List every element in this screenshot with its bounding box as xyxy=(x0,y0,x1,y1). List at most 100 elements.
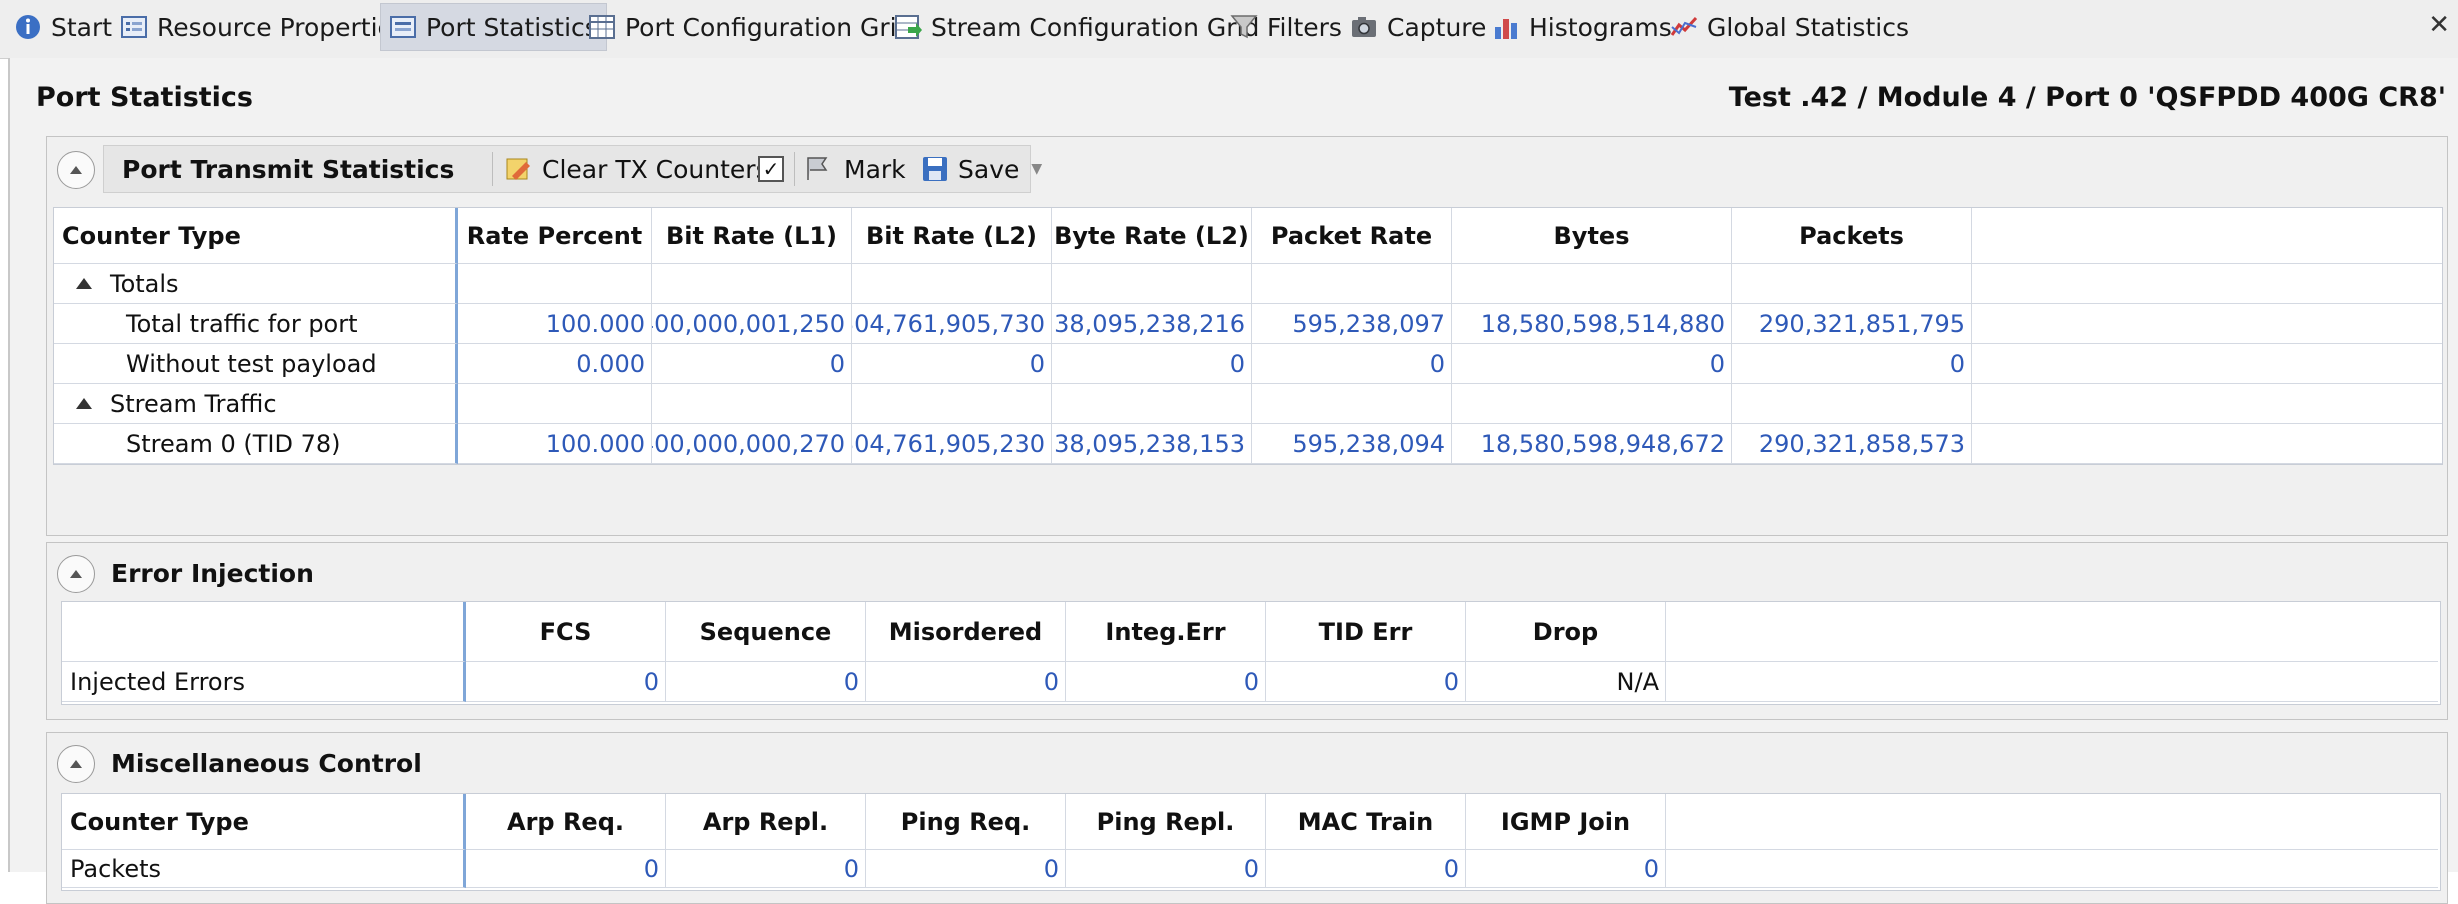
table-cell: 100.000 xyxy=(458,304,652,344)
transmit-statistics-group: Port Transmit Statistics Clear TX Counte… xyxy=(46,136,2448,536)
column-header-packets[interactable]: Packets xyxy=(1732,208,1972,264)
column-header-bytes[interactable]: Bytes xyxy=(1452,208,1732,264)
table-cell: 0 xyxy=(866,662,1066,702)
row-label: Packets xyxy=(62,850,466,888)
column-header-drop[interactable]: Drop xyxy=(1466,602,1666,662)
column-header-arp-repl[interactable]: Arp Repl. xyxy=(666,794,866,850)
statistics-icon xyxy=(390,16,416,38)
column-header-blank[interactable] xyxy=(62,602,466,662)
miscellaneous-control-group: Miscellaneous Control Counter Type Arp Re… xyxy=(46,732,2448,904)
document-tab-strip: Start Resource Properties Port Statistic… xyxy=(0,0,2458,59)
tab-capture[interactable]: Capture xyxy=(1350,4,1486,50)
column-header-ping-repl[interactable]: Ping Repl. xyxy=(1066,794,1266,850)
table-cell xyxy=(1252,384,1452,424)
table-cell xyxy=(1732,264,1972,304)
column-header-mac-train[interactable]: MAC Train xyxy=(1266,794,1466,850)
tab-label: Port Statistics xyxy=(426,12,598,42)
checkbox-checked: ✓ xyxy=(758,156,784,182)
tab-label: Global Statistics xyxy=(1707,12,1909,42)
dropdown-arrow-icon[interactable]: ▼ xyxy=(1031,161,1042,177)
eraser-icon xyxy=(506,158,530,180)
tab-port-configuration-grid[interactable]: Port Configuration Grid xyxy=(588,4,912,50)
column-header-bit-rate-l1[interactable]: Bit Rate (L1) xyxy=(652,208,852,264)
column-header-arp-req[interactable]: Arp Req. xyxy=(466,794,666,850)
table-cell: 0 xyxy=(466,662,666,702)
filler-cell xyxy=(1666,662,2438,702)
tab-label: Capture xyxy=(1387,12,1487,42)
column-header-byte-rate-l2[interactable]: Byte Rate (L2) xyxy=(1052,208,1252,264)
table-cell: 0 xyxy=(1452,344,1732,384)
column-header-integ-err[interactable]: Integ.Err xyxy=(1066,602,1266,662)
row-label-text: Stream Traffic xyxy=(110,389,277,418)
tree-group-row-label[interactable]: Stream Traffic xyxy=(54,384,458,424)
mark-button[interactable]: Mark xyxy=(804,146,906,192)
column-header-tid-err[interactable]: TID Err xyxy=(1266,602,1466,662)
table-cell: 38,095,238,153 xyxy=(1052,424,1252,464)
clear-tx-counters-button[interactable]: Clear TX Counters xyxy=(504,146,769,192)
table-cell: 0 xyxy=(466,850,666,888)
collapse-button[interactable] xyxy=(57,555,95,593)
tree-group-row-label[interactable]: Totals xyxy=(54,264,458,304)
table-cell: N/A xyxy=(1466,662,1666,702)
expand-collapse-triangle-icon[interactable] xyxy=(76,398,92,409)
group-title: Error Injection xyxy=(111,559,314,588)
table-cell: 0 xyxy=(1266,850,1466,888)
port-statistics-panel: Port Statistics Test .42 / Module 4 / Po… xyxy=(8,58,2458,904)
column-header-misordered[interactable]: Misordered xyxy=(866,602,1066,662)
table-cell xyxy=(1452,264,1732,304)
collapse-button[interactable] xyxy=(57,745,95,783)
group-title: Miscellaneous Control xyxy=(111,749,422,778)
collapse-button[interactable] xyxy=(57,151,95,189)
column-header-ping-req[interactable]: Ping Req. xyxy=(866,794,1066,850)
row-label-text: Without test payload xyxy=(126,349,377,378)
group-title: Port Transmit Statistics xyxy=(122,154,455,184)
transmit-toolbar: Port Transmit Statistics Clear TX Counte… xyxy=(103,145,1042,193)
tab-resource-properties[interactable]: Resource Properties xyxy=(120,4,406,50)
column-header-fcs[interactable]: FCS xyxy=(466,602,666,662)
tree-row-label[interactable]: Without test payload xyxy=(54,344,458,384)
expand-collapse-triangle-icon[interactable] xyxy=(76,278,92,289)
column-header-sequence[interactable]: Sequence xyxy=(666,602,866,662)
auto-clear-checkbox[interactable]: ✓ xyxy=(758,146,784,192)
port-path: Test .42 / Module 4 / Port 0 'QSFPDD 400… xyxy=(1728,82,2446,113)
table-cell: 304,761,905,230 xyxy=(852,424,1052,464)
tab-label: Stream Configuration Grid xyxy=(931,12,1260,42)
column-header-igmp-join[interactable]: IGMP Join xyxy=(1466,794,1666,850)
flag-icon xyxy=(807,157,828,180)
column-header-counter-type[interactable]: Counter Type xyxy=(62,794,466,850)
table-cell: 38,095,238,216 xyxy=(1052,304,1252,344)
miscellaneous-control-grid: Counter Type Arp Req. Arp Repl. Ping Req. Pi… xyxy=(61,793,2441,891)
column-header-rate-percent[interactable]: Rate Percent xyxy=(458,208,652,264)
column-header-filler xyxy=(1666,794,2438,850)
table-cell: 595,238,097 xyxy=(1252,304,1452,344)
table-cell xyxy=(852,384,1052,424)
save-button[interactable]: Save ▼ xyxy=(920,146,1042,192)
table-cell: 18,580,598,948,672 xyxy=(1452,424,1732,464)
tab-filters[interactable]: Filters xyxy=(1230,4,1342,50)
table-cell: 0 xyxy=(1466,850,1666,888)
filler-cell xyxy=(1972,304,2442,344)
row-label-text: Stream 0 (TID 78) xyxy=(126,429,341,458)
tab-global-statistics[interactable]: Global Statistics xyxy=(1670,4,1909,50)
tab-start[interactable]: Start xyxy=(14,4,112,50)
tab-histograms[interactable]: Histograms xyxy=(1492,4,1672,50)
table-cell: 400,000,001,250 xyxy=(652,304,852,344)
column-header-packet-rate[interactable]: Packet Rate xyxy=(1252,208,1452,264)
tab-label: Port Configuration Grid xyxy=(625,12,913,42)
tab-port-statistics[interactable]: Port Statistics xyxy=(380,3,607,51)
column-header-bit-rate-l2[interactable]: Bit Rate (L2) xyxy=(852,208,1052,264)
tree-row-label[interactable]: Stream 0 (TID 78) xyxy=(54,424,458,464)
page-title: Port Statistics xyxy=(36,82,254,113)
tree-row-label[interactable]: Total traffic for port xyxy=(54,304,458,344)
filler-cell xyxy=(1972,344,2442,384)
filler-cell xyxy=(1972,424,2442,464)
filler-cell xyxy=(1972,384,2442,424)
table-cell: 18,580,598,514,880 xyxy=(1452,304,1732,344)
table-cell xyxy=(1052,264,1252,304)
table-cell: 0 xyxy=(1052,344,1252,384)
tab-stream-configuration-grid[interactable]: Stream Configuration Grid xyxy=(894,4,1259,50)
close-icon[interactable]: ✕ xyxy=(2428,10,2450,40)
table-cell: 0 xyxy=(666,850,866,888)
column-header-counter-type[interactable]: Counter Type xyxy=(54,208,458,264)
funnel-icon xyxy=(1230,15,1258,39)
